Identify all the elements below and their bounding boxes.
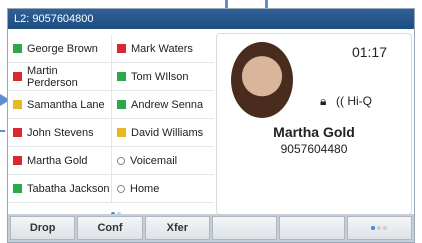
contact-key[interactable]: Andrew Senna xyxy=(111,91,214,119)
audio-quality-label: (( Hi-Q xyxy=(336,94,372,108)
phone-screen: L2: 9057604800 George Brown Mark Waters Ma… xyxy=(7,8,415,243)
softkey-label: Drop xyxy=(29,222,56,234)
page-dot xyxy=(383,226,388,230)
contact-key[interactable]: Mark Waters xyxy=(111,35,214,63)
status-bar: L2: 9057604800 xyxy=(8,9,414,29)
softkey-bar: Drop Conf Xfer xyxy=(8,214,414,242)
presence-indicator xyxy=(13,72,22,81)
contact-key[interactable]: Martha Gold xyxy=(8,147,111,175)
contact-label: John Stevens xyxy=(27,126,94,139)
contact-label: Voicemail xyxy=(130,154,178,167)
contact-label: Martha Gold xyxy=(27,154,88,167)
presence-indicator xyxy=(117,44,126,53)
annotation-arrow-top xyxy=(225,0,228,8)
contact-key[interactable]: Home xyxy=(111,175,214,203)
circle-icon xyxy=(117,156,125,165)
caller-avatar xyxy=(231,42,293,118)
contact-label: George Brown xyxy=(27,42,98,55)
contact-key[interactable]: Samantha Lane xyxy=(8,91,111,119)
line-label: L2: 9057604800 xyxy=(14,13,94,25)
contact-key[interactable]: Martin Perderson xyxy=(8,63,111,91)
contact-label: Samantha Lane xyxy=(27,98,105,111)
softkey-label: Xfer xyxy=(166,222,189,234)
contact-label: Martin Perderson xyxy=(27,64,78,89)
presence-indicator xyxy=(13,100,22,109)
softkey-5[interactable] xyxy=(279,216,345,240)
circle-icon xyxy=(117,184,125,193)
lock-icon: 🔒︎ xyxy=(320,94,327,108)
softkey-1[interactable]: Drop xyxy=(10,216,76,240)
presence-indicator xyxy=(117,72,126,81)
presence-indicator xyxy=(117,128,126,137)
call-timer: 01:17 xyxy=(351,44,387,60)
presence-indicator xyxy=(117,100,126,109)
presence-indicator xyxy=(13,44,22,53)
caller-number: 9057604480 xyxy=(280,142,348,156)
page-dot xyxy=(377,226,382,230)
call-panel: 01:17 🔒︎ (( Hi-Q Martha Gold 9057604480 xyxy=(216,33,412,215)
annotation-arrow-top xyxy=(265,0,268,8)
more-softkeys-button[interactable] xyxy=(346,216,412,240)
contact-label: David Williams xyxy=(131,126,204,139)
page-dot xyxy=(371,226,376,230)
contact-list: George Brown Mark Waters Martin Perderson T… xyxy=(8,29,214,216)
presence-indicator xyxy=(13,128,22,137)
caller-name: Martha Gold xyxy=(273,124,355,140)
softkey-4[interactable] xyxy=(211,216,278,240)
contact-key[interactable]: Tabatha Jackson xyxy=(8,175,111,203)
presence-indicator xyxy=(13,156,22,165)
contact-label: Mark Waters xyxy=(131,42,193,55)
contact-label: Tom WIlson xyxy=(131,70,189,83)
contact-key[interactable]: George Brown xyxy=(8,35,111,63)
contact-key[interactable]: Voicemail xyxy=(111,147,214,175)
softkey-label: Conf xyxy=(97,222,123,234)
presence-indicator xyxy=(13,184,22,193)
contact-label: Home xyxy=(130,182,160,195)
softkey-3[interactable]: Xfer xyxy=(144,216,210,240)
contact-label: Tabatha Jackson xyxy=(27,182,110,195)
contact-key[interactable]: John Stevens xyxy=(8,119,111,147)
softkey-2[interactable]: Conf xyxy=(77,216,143,240)
contact-key[interactable]: Tom WIlson xyxy=(111,63,214,91)
contact-label: Andrew Senna xyxy=(131,98,204,111)
contact-key[interactable]: David Williams xyxy=(111,119,214,147)
